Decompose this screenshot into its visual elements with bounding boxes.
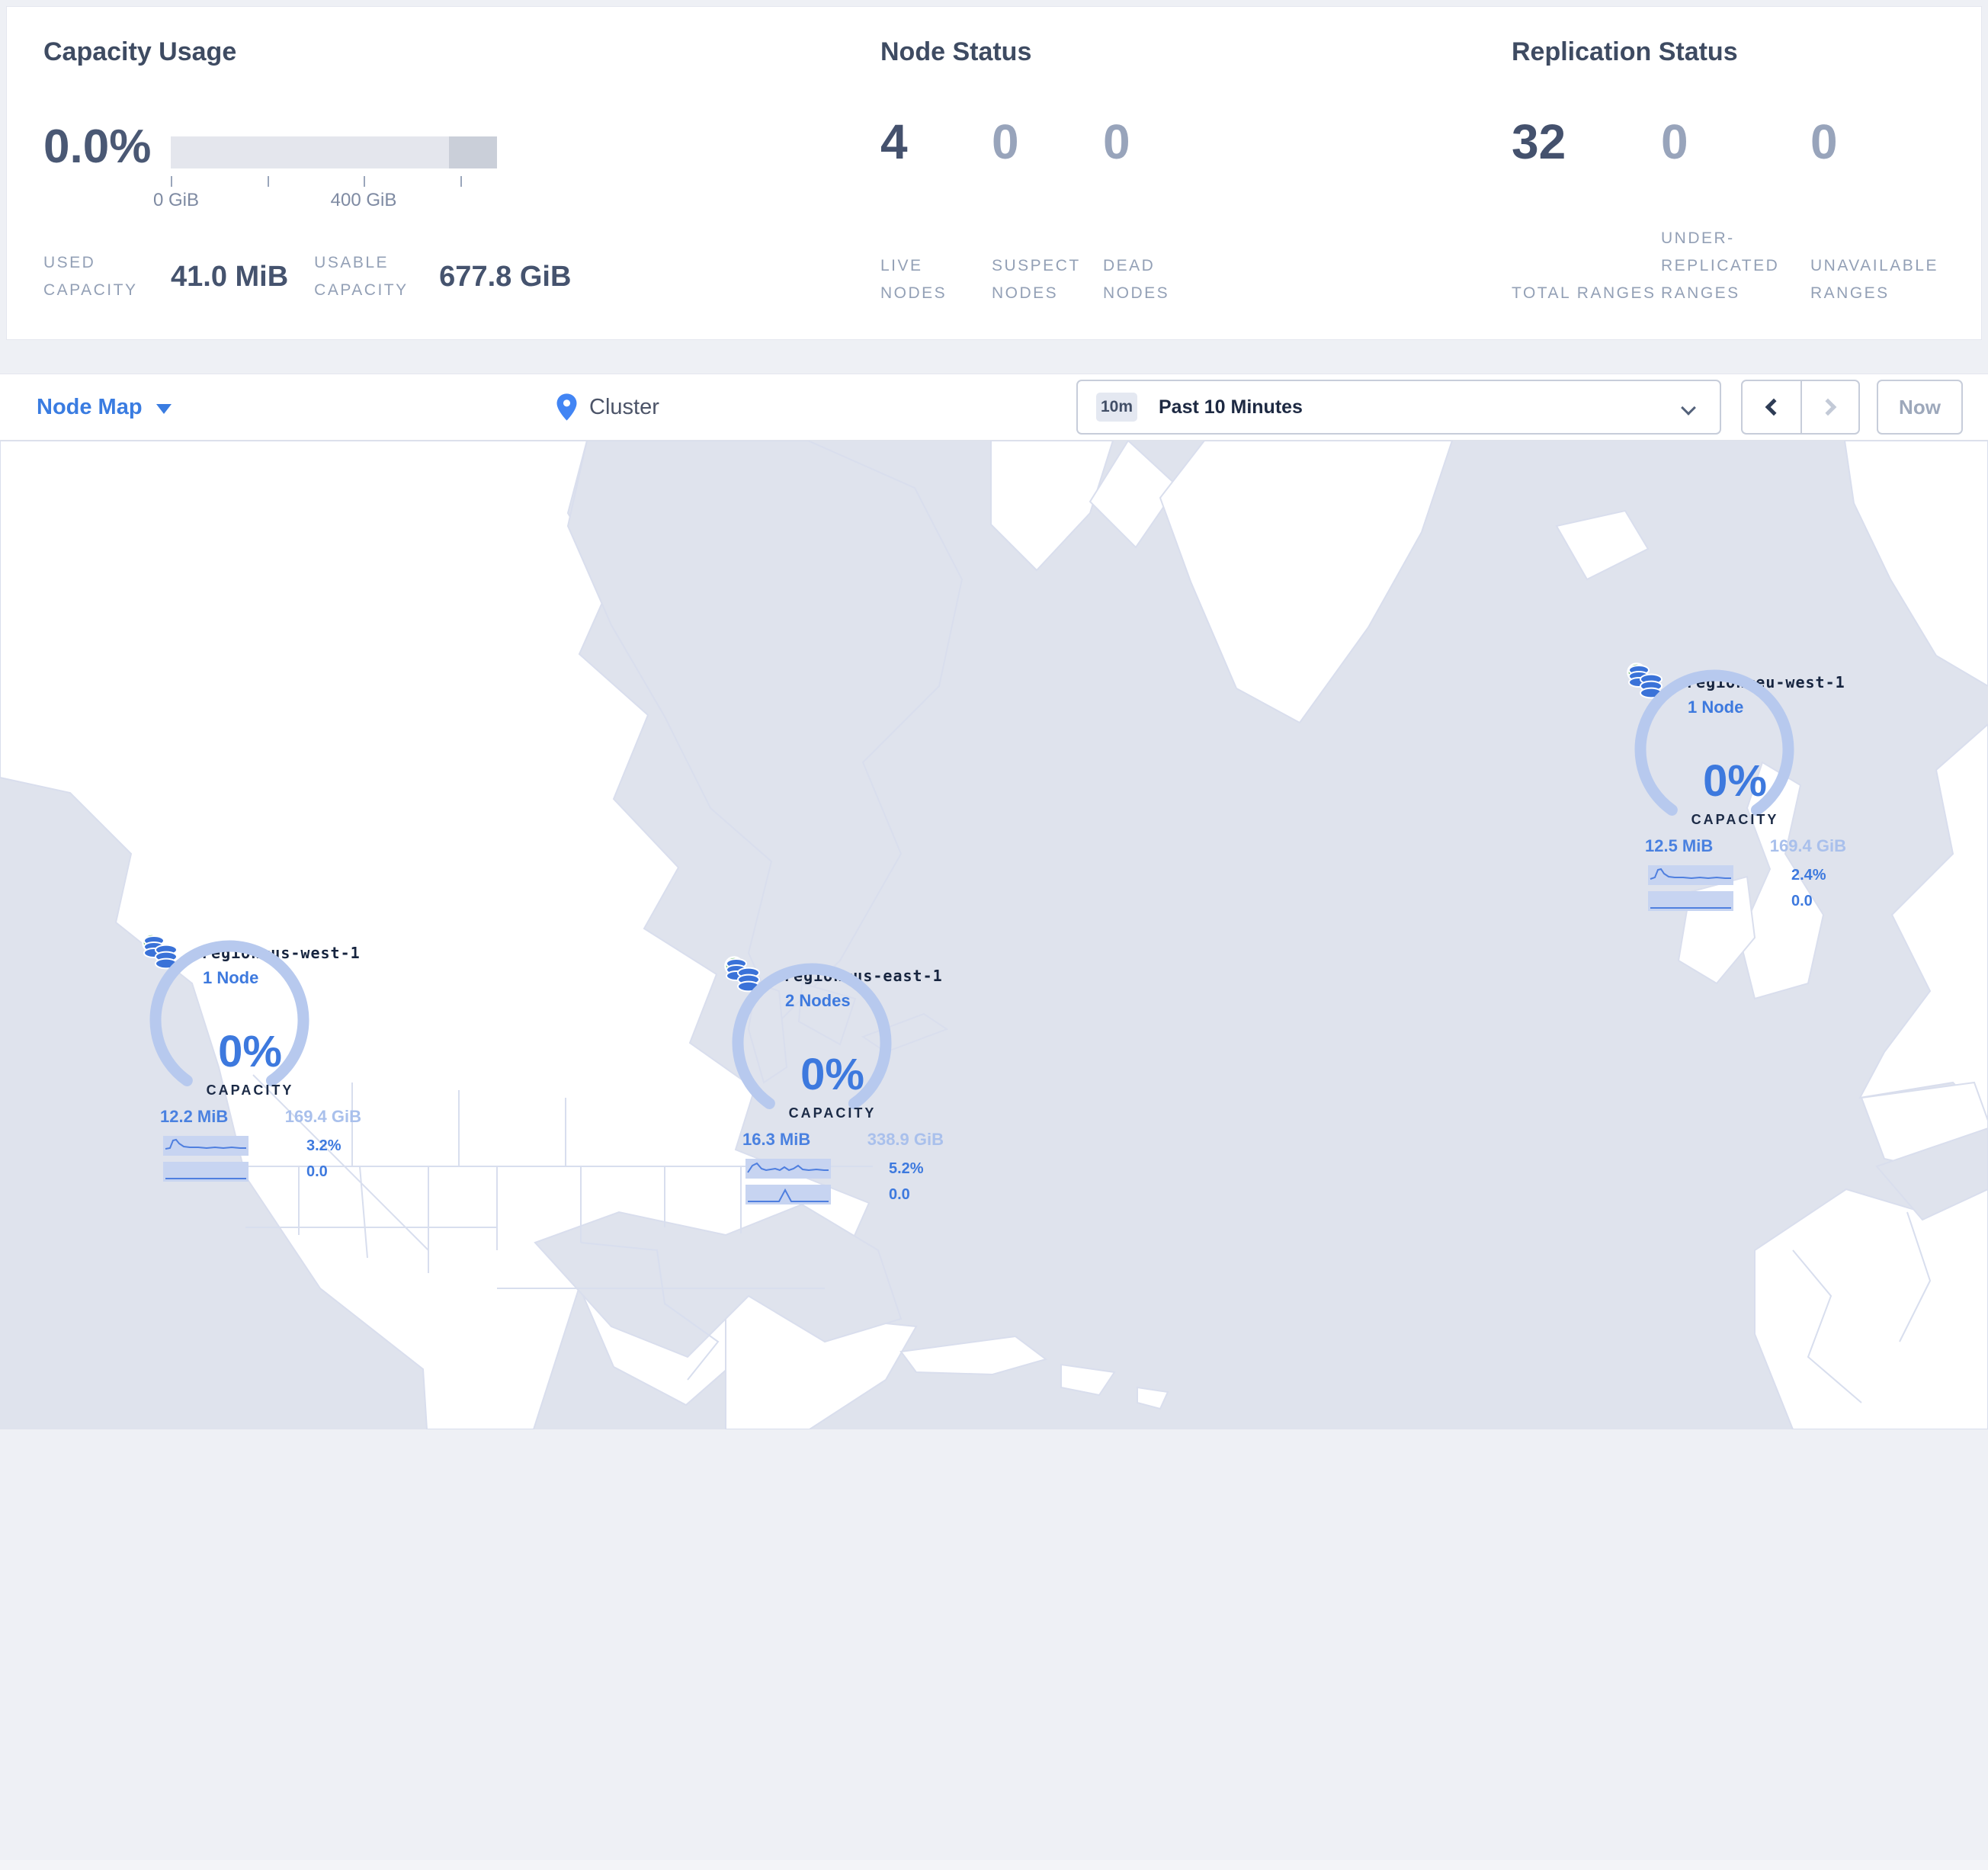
suspect-nodes-label: SUSPECT NODES	[992, 257, 1081, 302]
node-map-canvas[interactable]: region=us-west-1 1 Node 0% CAPACITY 12.2…	[0, 441, 1988, 1870]
chevron-right-icon	[1819, 398, 1837, 416]
chevron-left-icon	[1765, 398, 1783, 416]
time-range-badge: 10m	[1096, 393, 1137, 422]
used-capacity: 16.3 MiB	[742, 1130, 811, 1149]
cluster-summary-bar: Capacity Usage 0.0% 0 GiB 400 GiB USED C…	[6, 6, 1982, 340]
used-capacity: 12.2 MiB	[160, 1107, 229, 1126]
time-prev-button[interactable]	[1743, 381, 1800, 433]
view-selector-dropdown[interactable]: Node Map	[37, 374, 172, 440]
total-ranges-count: 32	[1512, 114, 1566, 169]
caret-down-icon	[156, 403, 172, 414]
under-replicated-count: 0	[1661, 114, 1688, 169]
cpu-sparkline	[1648, 865, 1733, 885]
used-capacity-label: USED CAPACITY	[43, 254, 138, 299]
time-next-button[interactable]	[1800, 381, 1858, 433]
time-range-selector[interactable]: 10m Past 10 Minutes	[1076, 380, 1721, 435]
cpu-value: 3.2%	[306, 1137, 341, 1154]
node-status-columns: 4 LIVE NODES 0 SUSPECT NODES 0 DEAD NODE…	[880, 114, 1214, 309]
qps-value: 0.0	[306, 1163, 328, 1180]
total-capacity: 169.4 GiB	[284, 1107, 361, 1126]
capacity-percent: 0%	[800, 1050, 864, 1099]
suspect-nodes-count: 0	[992, 114, 1019, 169]
capacity-summary: USED CAPACITY 41.0 MiB USABLE CAPACITY 6…	[43, 249, 597, 304]
capacity-usage-percent: 0.0%	[43, 120, 152, 173]
capacity-usage-bar-segment	[449, 136, 497, 168]
used-capacity: 12.5 MiB	[1645, 836, 1714, 855]
capacity-axis-tick	[171, 176, 172, 187]
usable-capacity-value: 677.8 GiB	[439, 260, 572, 293]
qps-sparkline	[1648, 891, 1733, 911]
total-capacity: 169.4 GiB	[1769, 836, 1846, 855]
capacity-caption: CAPACITY	[206, 1083, 294, 1098]
view-selector-label: Node Map	[37, 394, 143, 419]
locality-us-east-1[interactable]: region=us-east-1 2 Nodes 0% CAPACITY 16.…	[724, 956, 953, 1212]
usable-capacity-label: USABLE CAPACITY	[314, 254, 409, 299]
unavailable-ranges-count: 0	[1810, 114, 1838, 169]
map-footer-strip	[0, 1860, 1988, 1870]
breadcrumb-label: Cluster	[589, 394, 659, 419]
time-range-label: Past 10 Minutes	[1159, 396, 1303, 418]
total-capacity: 338.9 GiB	[867, 1130, 944, 1149]
cpu-sparkline	[746, 1159, 831, 1179]
capacity-axis-tick	[364, 176, 365, 187]
qps-value: 0.0	[1791, 893, 1813, 909]
cpu-value: 2.4%	[1791, 867, 1826, 884]
locality-eu-west-1[interactable]: region=eu-west-1 1 Node 0% CAPACITY 12.5…	[1627, 662, 1855, 919]
breadcrumb[interactable]: Cluster	[556, 374, 659, 440]
now-button[interactable]: Now	[1877, 380, 1963, 435]
under-replicated-label: UNDER-REPLICATED RANGES	[1661, 229, 1780, 302]
capacity-axis-tick	[268, 176, 269, 187]
time-window-nav	[1741, 380, 1860, 435]
location-pin-icon	[556, 393, 577, 421]
chevron-down-icon	[1681, 400, 1696, 415]
cpu-value: 5.2%	[889, 1160, 924, 1177]
map-toolbar: Node Map Cluster 10m Past 10 Minutes Now	[0, 374, 1988, 441]
replication-status-title: Replication Status	[1512, 37, 1738, 66]
live-nodes-count: 4	[880, 114, 908, 169]
total-ranges-label: TOTAL RANGES	[1512, 284, 1656, 302]
capacity-axis-label: 400 GiB	[330, 190, 397, 210]
qps-sparkline	[746, 1185, 831, 1204]
capacity-percent: 0%	[1703, 756, 1767, 806]
used-capacity-value: 41.0 MiB	[171, 260, 289, 293]
qps-value: 0.0	[889, 1186, 910, 1203]
live-nodes-label: LIVE NODES	[880, 257, 948, 302]
replication-status-columns: 32 TOTAL RANGES 0 UNDER-REPLICATED RANGE…	[1512, 114, 1960, 309]
capacity-usage-bar	[171, 136, 497, 168]
capacity-percent: 0%	[218, 1027, 282, 1076]
locality-us-west-1[interactable]: region=us-west-1 1 Node 0% CAPACITY 12.2…	[142, 933, 370, 1189]
qps-sparkline	[163, 1162, 248, 1182]
cpu-sparkline	[163, 1136, 248, 1156]
capacity-caption: CAPACITY	[788, 1105, 877, 1121]
capacity-caption: CAPACITY	[1691, 812, 1779, 827]
capacity-axis-tick	[460, 176, 462, 187]
capacity-usage-title: Capacity Usage	[43, 37, 237, 66]
unavailable-ranges-label: UNAVAILABLE RANGES	[1810, 257, 1938, 302]
node-status-title: Node Status	[880, 37, 1032, 66]
capacity-axis-label: 0 GiB	[152, 190, 200, 210]
dead-nodes-label: DEAD NODES	[1103, 257, 1170, 302]
dead-nodes-count: 0	[1103, 114, 1130, 169]
